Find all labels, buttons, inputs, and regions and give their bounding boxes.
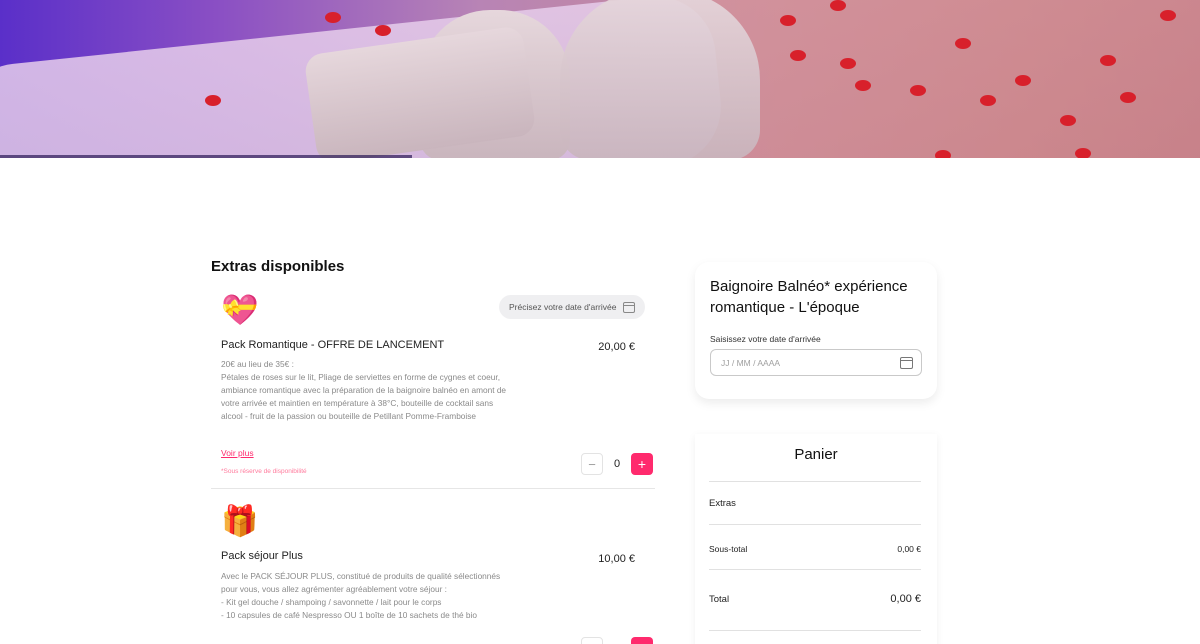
extra-item-price: 10,00 €: [598, 553, 635, 565]
petal: [855, 80, 871, 91]
arrival-date-button-label: Précisez votre date d'arrivée: [509, 302, 617, 312]
petal: [780, 15, 796, 26]
petal: [375, 25, 391, 36]
petal: [1060, 115, 1076, 126]
item-divider: [211, 488, 655, 489]
petal: [1015, 75, 1031, 86]
extra-item-name: Pack Romantique - OFFRE DE LANCEMENT: [221, 339, 445, 351]
calendar-icon[interactable]: [900, 357, 913, 369]
cart-title: Panier: [794, 446, 838, 463]
subtotal-value: 0,00 €: [897, 544, 921, 554]
arrival-date-button[interactable]: Précisez votre date d'arrivée: [499, 295, 646, 319]
extra-item-pack-sejour-plus: 🎁 Pack séjour Plus 10,00 € Avec le PACK …: [211, 503, 655, 644]
petal: [935, 150, 951, 158]
petal: [205, 95, 221, 106]
decrease-quantity-button[interactable]: −: [581, 637, 603, 644]
quantity-value: 0: [613, 458, 621, 470]
hero-image: [0, 0, 1200, 158]
see-more-link[interactable]: Voir plus: [221, 448, 254, 458]
petal: [325, 12, 341, 23]
petal: [980, 95, 996, 106]
cart-divider: [709, 630, 921, 631]
petal: [790, 50, 806, 61]
extra-item-description: Avec le PACK SÉJOUR PLUS, constitué de p…: [221, 571, 501, 620]
arrival-date-input[interactable]: JJ / MM / AAAA: [710, 349, 922, 376]
cart-divider: [709, 524, 921, 525]
arrival-date-label: Saisissez votre date d'arrivée: [710, 334, 821, 344]
total-value: 0,00 €: [890, 593, 921, 605]
increase-quantity-button[interactable]: +: [631, 637, 653, 644]
arrival-date-placeholder: JJ / MM / AAAA: [721, 357, 781, 368]
increase-quantity-button[interactable]: +: [631, 453, 653, 475]
cart-extras-label: Extras: [709, 498, 736, 509]
extras-section-title: Extras disponibles: [211, 258, 345, 275]
availability-note: *Sous réserve de disponibilité: [221, 468, 307, 475]
cart-panel: Panier Extras Sous-total 0,00 € Total 0,…: [695, 434, 937, 644]
total-label: Total: [709, 594, 730, 605]
quantity-stepper: − +: [581, 637, 653, 644]
petal: [1100, 55, 1116, 66]
booking-card: Baignoire Balnéo* expérience romantique …: [695, 262, 937, 399]
cart-divider: [709, 481, 921, 482]
heart-gift-icon: 💝: [221, 294, 259, 327]
extra-item-description: 20€ au lieu de 35€ : Pétales de roses su…: [221, 359, 507, 421]
gift-box-icon: 🎁: [221, 505, 259, 538]
decrease-quantity-button[interactable]: −: [581, 453, 603, 475]
extra-item-price: 20,00 €: [598, 341, 635, 353]
extra-item-pack-romantique: 💝 Précisez votre date d'arrivée Pack Rom…: [211, 290, 655, 485]
petal: [1160, 10, 1176, 21]
booking-title: Baignoire Balnéo* expérience romantique …: [710, 278, 908, 316]
subtotal-label: Sous-total: [709, 544, 748, 554]
petal: [910, 85, 926, 96]
hero-progress-strip: [0, 155, 412, 158]
petal: [840, 58, 856, 69]
cart-divider: [709, 569, 921, 570]
petal: [955, 38, 971, 49]
calendar-icon: [623, 301, 636, 313]
extra-item-name: Pack séjour Plus: [221, 550, 303, 562]
quantity-stepper: − 0 +: [581, 453, 653, 475]
petal: [1075, 148, 1091, 158]
petal: [830, 0, 846, 11]
petal: [1120, 92, 1136, 103]
towel-swan-right: [560, 0, 760, 158]
